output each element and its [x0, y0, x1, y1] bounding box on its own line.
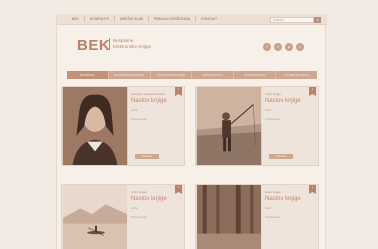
- book-info: Autor knjige Naslov knjige Jezik Preuzim…: [265, 190, 317, 219]
- category-tab[interactable]: Svetski pisci: [233, 71, 275, 79]
- book-cover-fisherman: [196, 87, 262, 165]
- book-card[interactable]: Autor knjige Naslov knjige Jezik Preuzim…: [195, 86, 319, 166]
- topnav-item[interactable]: Pravila korišćenja: [147, 16, 196, 23]
- download-button[interactable]: Preuzmi: [269, 154, 293, 159]
- book-cover-forest: [196, 185, 262, 249]
- topnav-item[interactable]: Mrežni klub: [114, 16, 148, 23]
- book-info: Autor knjige Naslov knjige Jezik Preuzim…: [131, 190, 183, 219]
- book-info: Georges Jacques Danton Naslov knjige Jez…: [131, 92, 183, 121]
- topnav-item[interactable]: BEK: [67, 16, 84, 22]
- book-downloads: Preuzimanje: [265, 214, 281, 219]
- twitter-icon[interactable]: t: [274, 43, 282, 51]
- browser-viewport: BEK Donirajte Mrežni klub Pravila korišć…: [0, 0, 378, 249]
- tagline-line2: Elektronske Knjige: [113, 44, 152, 49]
- book-card[interactable]: Autor knjige Naslov knjige Jezik Preuzim…: [195, 184, 319, 249]
- book-title[interactable]: Naslov knjige: [131, 196, 183, 203]
- top-nav: BEK Donirajte Mrežni klub Pravila korišć…: [67, 16, 222, 23]
- search-icon[interactable]: ⌕: [314, 16, 321, 23]
- book-language: Jezik: [265, 205, 272, 210]
- book-title[interactable]: Naslov knjige: [131, 98, 183, 105]
- facebook-icon[interactable]: f: [263, 43, 271, 51]
- book-downloads: Preuzimanje: [131, 116, 147, 121]
- category-nav: Početna Najčitanije knjige Najnovije knj…: [67, 71, 317, 79]
- topnav-item[interactable]: Kontakt: [195, 16, 222, 23]
- site-tagline: Besplatne Elektronske Knjige: [109, 38, 151, 50]
- book-title[interactable]: Naslov knjige: [265, 98, 317, 105]
- book-language: Jezik: [265, 107, 272, 112]
- book-title[interactable]: Naslov knjige: [265, 196, 317, 203]
- page: BEK Donirajte Mrežni klub Pravila korišć…: [56, 14, 327, 249]
- category-tab[interactable]: Najnovije knjige: [149, 71, 192, 79]
- book-card[interactable]: Georges Jacques Danton Naslov knjige Jez…: [61, 86, 185, 166]
- book-card[interactable]: Autor knjige Naslov knjige Jezik Preuzim…: [61, 184, 185, 249]
- book-downloads: Preuzimanje: [265, 116, 281, 121]
- category-tab[interactable]: Najčitanije knjige: [107, 71, 150, 79]
- book-downloads: Preuzimanje: [131, 214, 147, 219]
- social-links: f t p r: [263, 43, 304, 51]
- book-language: Jezik: [131, 205, 138, 210]
- category-tab[interactable]: Knjige za decu: [275, 71, 317, 79]
- top-bar: BEK Donirajte Mrežni klub Pravila korišć…: [57, 14, 327, 25]
- rss-icon[interactable]: r: [296, 43, 304, 51]
- category-tab[interactable]: Domaći pisci: [191, 71, 233, 79]
- download-button[interactable]: Preuzmi: [135, 154, 159, 159]
- book-cover-lake: [62, 185, 128, 249]
- topnav-item[interactable]: Donirajte: [83, 16, 114, 23]
- pinterest-icon[interactable]: p: [285, 43, 293, 51]
- book-info: Autor knjige Naslov knjige Jezik Preuzim…: [265, 92, 317, 121]
- book-cover-portrait: [62, 87, 128, 165]
- category-tab[interactable]: Početna: [67, 71, 108, 79]
- site-logo[interactable]: BEK: [77, 37, 110, 54]
- search-input[interactable]: pretraži: [270, 16, 314, 23]
- book-language: Jezik: [131, 107, 138, 112]
